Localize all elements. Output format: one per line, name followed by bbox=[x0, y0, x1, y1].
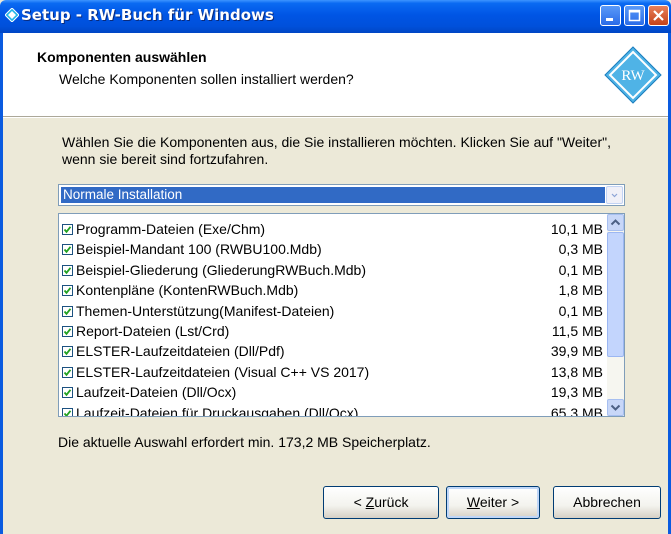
dropdown-button[interactable] bbox=[606, 186, 623, 204]
component-label: Beispiel-Mandant 100 (RWBU100.Mdb) bbox=[76, 241, 322, 258]
scroll-up-button[interactable] bbox=[607, 214, 624, 231]
components-list[interactable]: Programm-Dateien (Exe/Chm) 10,1 MB Beispie… bbox=[58, 213, 625, 417]
maximize-button[interactable] bbox=[624, 5, 645, 26]
vertical-scrollbar[interactable] bbox=[607, 214, 624, 416]
header-separator bbox=[3, 116, 668, 118]
component-label: Laufzeit-Dateien (Dll/Ocx) bbox=[76, 384, 237, 401]
component-checkbox[interactable] bbox=[62, 224, 73, 235]
component-label: Laufzeit-Dateien für Druckausgaben (Dll/… bbox=[76, 404, 359, 417]
scroll-down-button[interactable] bbox=[607, 399, 624, 416]
checkmark-icon bbox=[63, 328, 72, 336]
install-type-selected: Normale Installation bbox=[61, 187, 605, 203]
page-subtitle: Welche Komponenten sollen installiert we… bbox=[59, 71, 354, 87]
component-size: 39,9 MB bbox=[550, 343, 603, 360]
component-item[interactable]: Laufzeit-Dateien (Dll/Ocx) 19,3 MB bbox=[59, 383, 607, 403]
component-label: ELSTER-Laufzeitdateien (Visual C++ VS 20… bbox=[76, 363, 370, 380]
component-checkbox[interactable] bbox=[62, 407, 73, 416]
checkmark-icon bbox=[63, 226, 72, 234]
component-item[interactable]: Laufzeit-Dateien für Druckausgaben (Dll/… bbox=[59, 404, 607, 417]
component-item[interactable]: Programm-Dateien (Exe/Chm) 10,1 MB bbox=[59, 220, 607, 240]
component-item[interactable]: ELSTER-Laufzeitdateien (Dll/Pdf) 39,9 MB bbox=[59, 342, 607, 362]
component-size: 0,1 MB bbox=[558, 261, 603, 278]
checkmark-icon bbox=[63, 267, 72, 275]
back-button[interactable]: < Zurück bbox=[323, 486, 439, 519]
component-checkbox[interactable] bbox=[62, 326, 73, 337]
component-checkbox[interactable] bbox=[62, 346, 73, 358]
page-title: Komponenten auswählen bbox=[37, 49, 207, 65]
chevron-down-icon bbox=[611, 193, 618, 198]
component-item[interactable]: ELSTER-Laufzeitdateien (Visual C++ VS 20… bbox=[59, 363, 607, 383]
minimize-icon bbox=[606, 18, 613, 21]
instructions-text: Wählen Sie die Komponenten aus, die Sie … bbox=[62, 134, 611, 167]
component-item[interactable]: Beispiel-Gliederung (GliederungRWBuch.Md… bbox=[59, 261, 607, 281]
component-checkbox[interactable] bbox=[62, 366, 73, 378]
component-item[interactable]: Kontenpläne (KontenRWBuch.Mdb) 1,8 MB bbox=[59, 281, 607, 301]
component-item[interactable]: Themen-Unterstützung(Manifest-Dateien) 0,… bbox=[59, 302, 607, 322]
component-label: Kontenpläne (KontenRWBuch.Mdb) bbox=[76, 282, 299, 299]
component-checkbox[interactable] bbox=[62, 305, 73, 317]
component-label: Programm-Dateien (Exe/Chm) bbox=[76, 221, 266, 237]
component-checkbox[interactable] bbox=[62, 264, 73, 276]
component-size: 10,1 MB bbox=[550, 221, 603, 237]
chevron-up-icon bbox=[610, 219, 621, 226]
chevron-down-icon bbox=[610, 404, 621, 411]
component-checkbox[interactable] bbox=[62, 387, 73, 399]
window-title: Setup - RW-Buch für Windows bbox=[21, 6, 274, 24]
checkmark-icon bbox=[63, 389, 72, 397]
checkmark-icon bbox=[63, 287, 72, 295]
cancel-button[interactable]: Abbrechen bbox=[553, 486, 661, 519]
component-label: Themen-Unterstützung(Manifest-Dateien) bbox=[76, 302, 335, 319]
component-label: Beispiel-Gliederung (GliederungRWBuch.Md… bbox=[76, 261, 366, 278]
rw-logo: RW bbox=[604, 46, 662, 104]
component-size: 13,8 MB bbox=[550, 363, 603, 380]
next-button[interactable]: Weiter > bbox=[446, 486, 540, 519]
space-requirement-text: Die aktuelle Auswahl erfordert min. 173,… bbox=[58, 434, 431, 450]
component-size: 65,3 MB bbox=[550, 404, 603, 417]
component-checkbox[interactable] bbox=[62, 244, 73, 256]
scroll-thumb[interactable] bbox=[607, 232, 624, 357]
component-size: 0,3 MB bbox=[558, 241, 603, 258]
close-icon bbox=[653, 10, 664, 21]
checkmark-icon bbox=[63, 369, 72, 377]
minimize-button[interactable] bbox=[600, 5, 621, 26]
component-size: 11,5 MB bbox=[551, 323, 603, 339]
setup-app-icon bbox=[5, 8, 19, 22]
checkmark-icon bbox=[63, 307, 72, 315]
component-item[interactable]: Beispiel-Mandant 100 (RWBU100.Mdb) 0,3 MB bbox=[59, 240, 607, 260]
logo-text: RW bbox=[621, 68, 645, 84]
component-size: 1,8 MB bbox=[558, 282, 603, 299]
wizard-header: Komponenten auswählen Welche Komponenten… bbox=[3, 33, 668, 116]
setup-window: Setup - RW-Buch für Windows Komponenten … bbox=[0, 0, 671, 534]
install-type-dropdown[interactable]: Normale Installation bbox=[58, 184, 625, 206]
component-label: Report-Dateien (Lst/Crd) bbox=[76, 323, 230, 339]
component-label: ELSTER-Laufzeitdateien (Dll/Pdf) bbox=[76, 343, 285, 360]
checkmark-icon bbox=[63, 246, 72, 254]
component-item[interactable]: Report-Dateien (Lst/Crd) 11,5 MB bbox=[59, 322, 607, 342]
checkmark-icon bbox=[63, 348, 72, 356]
title-bar[interactable]: Setup - RW-Buch für Windows bbox=[0, 0, 671, 33]
maximize-icon bbox=[628, 9, 641, 22]
close-button[interactable] bbox=[648, 5, 669, 26]
component-size: 19,3 MB bbox=[550, 384, 603, 401]
component-checkbox[interactable] bbox=[62, 285, 73, 297]
checkmark-icon bbox=[63, 409, 72, 416]
component-size: 0,1 MB bbox=[558, 302, 603, 319]
